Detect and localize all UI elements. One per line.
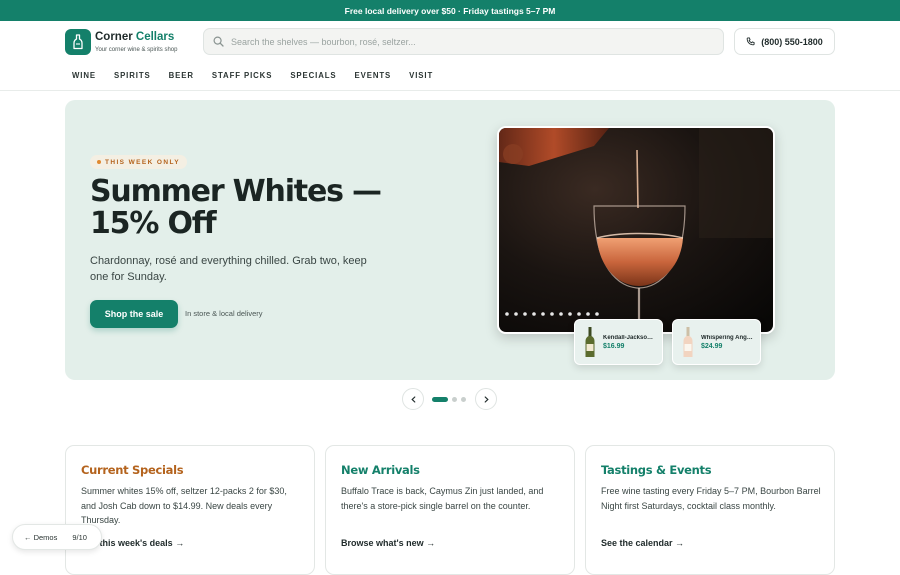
promo-bar: Free local delivery over $50 · Friday ta… bbox=[0, 0, 900, 21]
promo-badge: THIS WEEK ONLY bbox=[90, 155, 187, 169]
hero-subtitle: Chardonnay, rosé and everything chilled.… bbox=[90, 255, 367, 283]
bottle-icon bbox=[73, 34, 83, 50]
demos-back-link[interactable]: ← Demos bbox=[24, 533, 57, 542]
card-body: Buffalo Trace is back, Caymus Zin just l… bbox=[341, 486, 544, 511]
product-card[interactable]: Kendall-Jackson Vintner's Reserve $16.99 bbox=[574, 319, 663, 365]
carousel-dots bbox=[432, 397, 466, 402]
chevron-right-icon bbox=[484, 395, 489, 403]
badge-label: THIS WEEK ONLY bbox=[105, 158, 180, 166]
search-icon bbox=[213, 36, 224, 47]
badge-dot bbox=[97, 160, 101, 164]
product-card[interactable]: Whispering Angel Rosé $24.99 bbox=[672, 319, 761, 365]
info-card-tastings: Tastings & Events Free wine tasting ever… bbox=[585, 445, 835, 575]
nav-item-specials[interactable]: SPECIALS bbox=[290, 71, 336, 80]
nav-item-wine[interactable]: WINE bbox=[72, 71, 96, 80]
wine-bottle-icon bbox=[683, 327, 693, 357]
carousel-next-button[interactable] bbox=[475, 388, 497, 410]
hero-image bbox=[497, 126, 775, 334]
card-title: Current Specials bbox=[81, 463, 184, 477]
nav-item-staff-picks[interactable]: STAFF PICKS bbox=[212, 71, 272, 80]
phone-icon bbox=[746, 37, 755, 46]
carousel-prev-button[interactable] bbox=[402, 388, 424, 410]
wine-bottle-icon bbox=[585, 327, 595, 357]
card-title: Tastings & Events bbox=[601, 463, 712, 477]
shop-sale-button[interactable]: Shop the sale bbox=[90, 300, 178, 328]
brand-name-part2: Cellars bbox=[135, 31, 175, 43]
card-body: Free wine tasting every Friday 5–7 PM, B… bbox=[601, 486, 821, 511]
card-link[interactable]: Browse what's new → bbox=[341, 538, 435, 548]
hero-title: Summer Whites — 15% Off bbox=[90, 174, 382, 241]
info-card-specials: Current Specials Summer whites 15% off, … bbox=[65, 445, 315, 575]
brand-tagline: Your corner wine & spirits shop bbox=[95, 47, 178, 53]
brand-name-part1: Corner bbox=[95, 31, 133, 43]
site-header: Corner Cellars Your corner wine & spirit… bbox=[0, 21, 900, 91]
card-title: New Arrivals bbox=[341, 463, 420, 477]
product-name: Kendall-Jackson Vintner's Reserve bbox=[603, 334, 655, 341]
demos-pill[interactable]: ← Demos 9/10 bbox=[12, 524, 102, 550]
product-name: Whispering Angel Rosé bbox=[701, 334, 753, 341]
hero-banner: THIS WEEK ONLY Summer Whites — 15% Off C… bbox=[65, 100, 835, 380]
search-bar[interactable] bbox=[203, 28, 724, 55]
phone-label: (800) 550-1800 bbox=[761, 36, 823, 47]
nav-item-visit[interactable]: VISIT bbox=[409, 71, 433, 80]
chevron-left-icon bbox=[410, 395, 415, 403]
delivery-note: In store & local delivery bbox=[185, 309, 263, 318]
wine-pour-photo bbox=[499, 128, 773, 332]
search-input[interactable] bbox=[231, 36, 701, 47]
brand-name[interactable]: Corner Cellars bbox=[95, 31, 174, 43]
carousel-dot[interactable] bbox=[452, 397, 457, 402]
product-price: $16.99 bbox=[603, 342, 625, 350]
nav-item-events[interactable]: EVENTS bbox=[355, 71, 392, 80]
product-price: $24.99 bbox=[701, 342, 723, 350]
card-body: Summer whites 15% off, seltzer 12-packs … bbox=[81, 486, 287, 525]
main-nav: WINE SPIRITS BEER STAFF PICKS SPECIALS E… bbox=[72, 71, 451, 80]
info-card-new-arrivals: New Arrivals Buffalo Trace is back, Caym… bbox=[325, 445, 575, 575]
carousel-dot-active[interactable] bbox=[432, 397, 448, 402]
logo[interactable] bbox=[65, 29, 91, 55]
card-link[interactable]: See the calendar → bbox=[601, 538, 684, 548]
demos-counter: 9/10 bbox=[72, 532, 87, 542]
carousel-dot[interactable] bbox=[461, 397, 466, 402]
nav-item-beer[interactable]: BEER bbox=[169, 71, 194, 80]
promo-text: Free local delivery over $50 · Friday ta… bbox=[344, 5, 556, 16]
nav-item-spirits[interactable]: SPIRITS bbox=[114, 71, 151, 80]
phone-button[interactable]: (800) 550-1800 bbox=[734, 28, 835, 55]
